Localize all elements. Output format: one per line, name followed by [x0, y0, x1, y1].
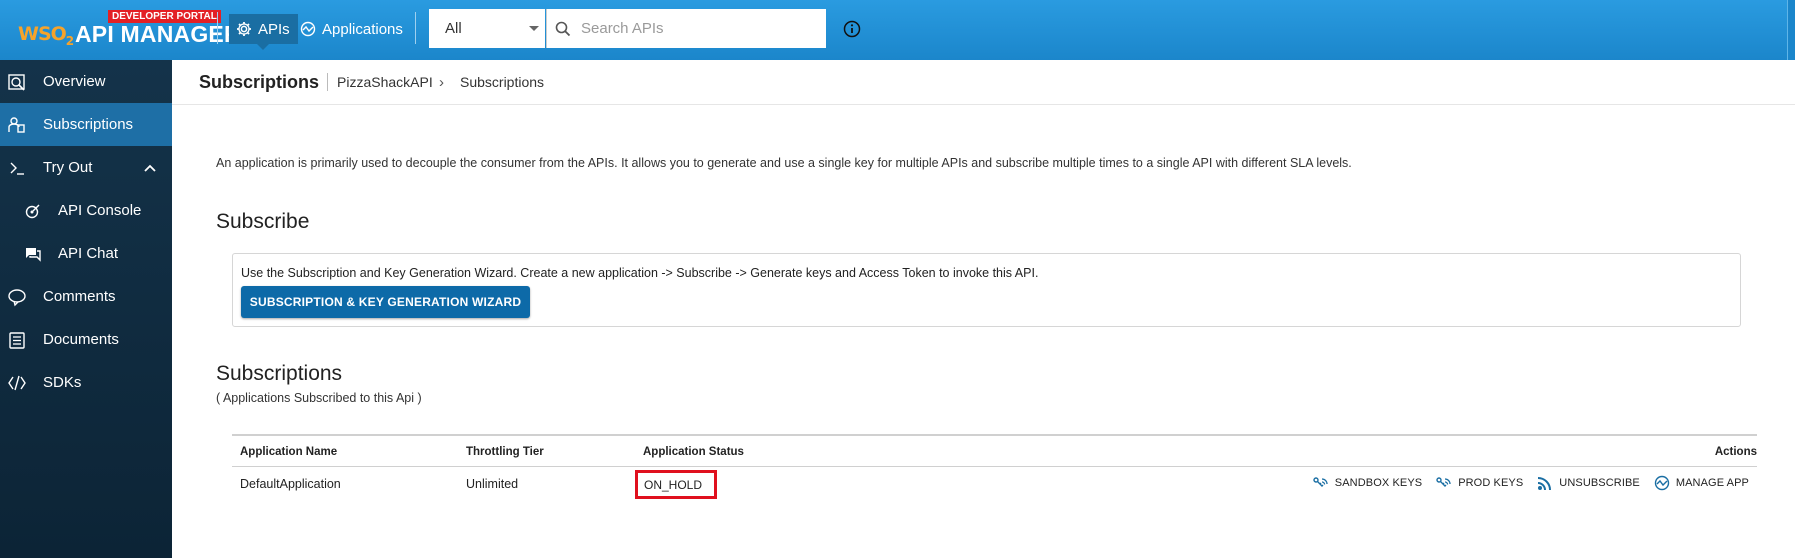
sidebar-item-subscriptions[interactable]: Subscriptions [0, 103, 172, 146]
sidebar-item-label: Try Out [43, 159, 93, 176]
sandbox-keys-icon [1313, 476, 1329, 490]
top-bar: DEVELOPER PORTAL WSO2 API MANAGER APIs A… [0, 0, 1795, 60]
prod-keys-label: PROD KEYS [1458, 477, 1524, 489]
sidebar-item-label: API Console [58, 202, 142, 219]
breadcrumb: Subscriptions PizzaShackAPI › Subscripti… [172, 60, 1795, 105]
header-application-status: Application Status [643, 446, 744, 458]
status-highlight: ON_HOLD [635, 470, 717, 499]
code-icon [7, 373, 27, 393]
search-icon [555, 21, 571, 37]
sidebar-item-label: SDKs [43, 374, 82, 391]
key-generation-wizard-button[interactable]: SUBSCRIPTION & KEY GENERATION WIZARD [241, 286, 530, 318]
overview-icon [7, 72, 27, 92]
sidebar-item-label: Overview [43, 73, 106, 90]
sidebar-item-api-chat[interactable]: API Chat [0, 232, 172, 275]
search-scope-select[interactable]: All [429, 9, 545, 48]
logo-wso2: WSO2 [18, 23, 74, 48]
header-actions: Actions [1714, 446, 1757, 458]
subscribe-heading: Subscribe [216, 210, 310, 233]
header-throttling-tier: Throttling Tier [466, 446, 544, 458]
search-scope-value: All [445, 20, 462, 37]
subscriptions-icon [7, 115, 27, 135]
chevron-right-icon: › [439, 73, 444, 91]
logo-title: API MANAGER [75, 21, 241, 47]
manage-app-button[interactable]: MANAGE APP [1654, 475, 1749, 491]
cell-throttling-tier: Unlimited [466, 477, 519, 491]
header-application-name: Application Name [240, 446, 338, 458]
sidebar-item-overview[interactable]: Overview [0, 60, 172, 103]
sidebar-item-sdks[interactable]: SDKs [0, 361, 172, 404]
sidebar-item-comments[interactable]: Comments [0, 275, 172, 318]
manage-app-label: MANAGE APP [1675, 477, 1749, 489]
info-icon[interactable] [843, 20, 861, 38]
table-header: Application Name Throttling Tier Applica… [232, 434, 1757, 467]
intro-text: An application is primarily used to deco… [216, 156, 1352, 170]
table-row: DefaultApplication Unlimited ON_HOLD SAN… [232, 467, 1757, 503]
subscriptions-note: ( Applications Subscribed to this Api ) [216, 391, 422, 405]
sidebar-item-label: Subscriptions [43, 116, 134, 133]
subscriptions-table: Application Name Throttling Tier Applica… [232, 434, 1757, 503]
wizard-description: Use the Subscription and Key Generation … [241, 266, 1039, 280]
prod-keys-button[interactable]: PROD KEYS [1436, 476, 1523, 490]
nav-apis[interactable]: APIs [229, 14, 298, 50]
search-box [546, 9, 826, 48]
sidebar: Overview Subscriptions Try Out API Conso… [0, 60, 172, 558]
wizard-panel: Use the Subscription and Key Generation … [232, 253, 1741, 327]
sandbox-keys-button[interactable]: SANDBOX KEYS [1313, 476, 1422, 490]
scrollbar-edge [1787, 0, 1795, 60]
sidebar-item-documents[interactable]: Documents [0, 318, 172, 361]
sidebar-item-label: API Chat [58, 245, 119, 262]
unsubscribe-button[interactable]: UNSUBSCRIBE [1537, 475, 1640, 491]
chevron-up-icon[interactable] [144, 164, 156, 172]
terminal-icon [7, 158, 27, 178]
subscriptions-heading: Subscriptions [216, 362, 343, 385]
breadcrumb-current: Subscriptions [460, 74, 545, 90]
cell-application-name: DefaultApplication [240, 477, 341, 491]
header-divider [217, 12, 218, 44]
applications-icon [300, 21, 316, 37]
documents-icon [7, 330, 27, 350]
gear-icon [236, 21, 252, 37]
header-divider [415, 12, 416, 44]
chat-icon [24, 245, 42, 263]
manage-app-icon [1654, 475, 1670, 491]
prod-keys-icon [1436, 476, 1452, 490]
sandbox-keys-label: SANDBOX KEYS [1334, 477, 1423, 489]
sidebar-item-label: Comments [43, 288, 116, 305]
breadcrumb-api-link[interactable]: PizzaShackAPI [337, 74, 433, 90]
wso2-logo[interactable]: DEVELOPER PORTAL WSO2 API MANAGER [18, 10, 241, 50]
caret-down-icon [529, 26, 539, 31]
nav-apis-label: APIs [258, 20, 290, 38]
nav-applications-label: Applications [322, 20, 403, 38]
cell-application-status: ON_HOLD [644, 478, 703, 492]
breadcrumb-divider [327, 73, 328, 91]
sidebar-item-label: Documents [43, 331, 119, 348]
search-input[interactable] [581, 10, 811, 47]
row-actions: SANDBOX KEYS PROD KEYS UNSUBSCRIBE MANAG… [1299, 475, 1749, 491]
nav-applications[interactable]: Applications [300, 14, 403, 44]
sidebar-item-try-out[interactable]: Try Out [0, 146, 172, 189]
page-title: Subscriptions [199, 71, 320, 92]
unsubscribe-icon [1537, 475, 1553, 491]
api-console-icon [24, 202, 42, 220]
unsubscribe-label: UNSUBSCRIBE [1559, 477, 1640, 489]
sidebar-item-api-console[interactable]: API Console [0, 189, 172, 232]
comments-icon [7, 287, 27, 307]
